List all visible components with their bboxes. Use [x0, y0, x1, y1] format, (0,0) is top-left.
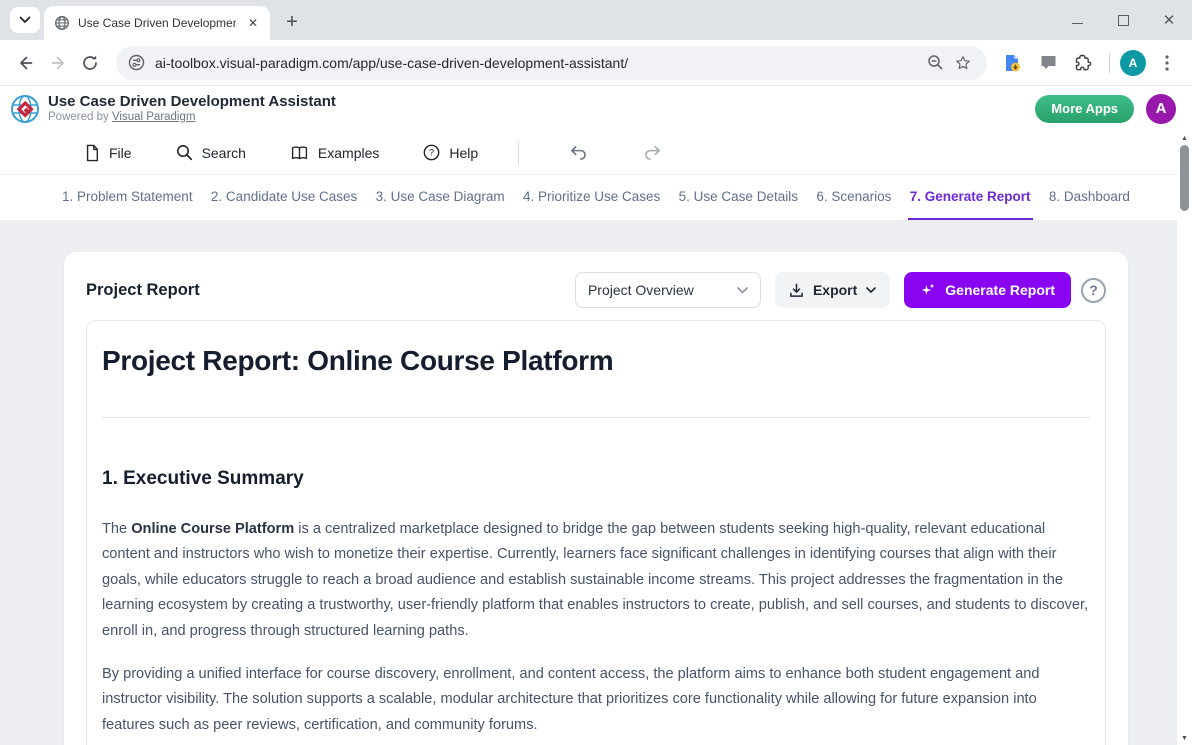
extensions-puzzle-icon[interactable] [1069, 48, 1099, 78]
back-button[interactable] [10, 47, 42, 79]
visual-paradigm-link[interactable]: Visual Paradigm [112, 111, 196, 123]
undo-button[interactable] [563, 138, 593, 168]
document-divider [102, 417, 1090, 418]
download-icon [789, 283, 804, 298]
redo-button[interactable] [637, 138, 667, 168]
tab-search-button[interactable] [10, 7, 40, 33]
chevron-down-icon [866, 287, 876, 293]
step-candidate-use-cases[interactable]: 2. Candidate Use Cases [209, 175, 359, 220]
extension-doc-icon[interactable] [997, 48, 1027, 78]
chevron-down-icon [19, 16, 31, 24]
window-close-button[interactable]: ✕ [1146, 0, 1192, 40]
step-scenarios[interactable]: 6. Scenarios [814, 175, 893, 220]
window-minimize-button[interactable] [1054, 0, 1100, 40]
redo-icon [643, 145, 662, 160]
new-tab-button[interactable]: + [278, 8, 306, 36]
help-circle-icon[interactable]: ? [1081, 278, 1106, 303]
undo-icon [569, 145, 588, 160]
step-problem-statement[interactable]: 1. Problem Statement [60, 175, 195, 220]
scrollbar-thumb[interactable] [1180, 145, 1189, 211]
side-panel-chat-icon[interactable] [1033, 48, 1063, 78]
report-document: Project Report: Online Course Platform 1… [86, 320, 1106, 745]
menu-bar: File Search Examples ? Help [0, 131, 1192, 175]
visual-paradigm-logo [8, 92, 42, 126]
scroll-down-arrow[interactable]: ▼ [1177, 731, 1192, 745]
globe-favicon-icon [54, 15, 70, 31]
bookmark-star-icon[interactable] [949, 49, 977, 77]
menu-file[interactable]: File [84, 144, 132, 162]
help-icon: ? [423, 144, 440, 161]
zoom-icon[interactable] [921, 49, 949, 77]
step-navigation: 1. Problem Statement 2. Candidate Use Ca… [0, 175, 1192, 221]
document-heading: Project Report: Online Course Platform [102, 345, 1090, 377]
generate-report-button[interactable]: Generate Report [904, 272, 1071, 308]
browser-toolbar: ai-toolbox.visual-paradigm.com/app/use-c… [0, 40, 1192, 86]
sparkles-icon [920, 282, 936, 298]
step-use-case-diagram[interactable]: 3. Use Case Diagram [374, 175, 507, 220]
menu-help[interactable]: ? Help [423, 144, 478, 161]
scroll-up-arrow[interactable]: ▲ [1177, 131, 1192, 145]
content-area: Project Report Project Overview Export [0, 221, 1192, 745]
forward-button[interactable] [42, 47, 74, 79]
step-generate-report[interactable]: 7. Generate Report [908, 175, 1033, 220]
step-prioritize-use-cases[interactable]: 4. Prioritize Use Cases [521, 175, 662, 220]
url-text[interactable]: ai-toolbox.visual-paradigm.com/app/use-c… [155, 55, 921, 71]
export-button[interactable]: Export [775, 272, 890, 308]
open-book-icon [290, 145, 309, 161]
window-maximize-button[interactable] [1100, 0, 1146, 40]
toolbar-divider [1109, 53, 1110, 73]
browser-menu-kebab-icon[interactable] [1152, 48, 1182, 78]
page-scrollbar[interactable]: ▲ ▼ [1177, 131, 1192, 745]
tab-title: Use Case Driven Development Assistant [78, 16, 236, 30]
menu-search[interactable]: Search [176, 144, 246, 161]
report-type-select[interactable]: Project Overview [575, 272, 761, 308]
svg-text:?: ? [429, 148, 434, 159]
powered-by: Powered by Visual Paradigm [48, 111, 336, 124]
site-settings-icon[interactable] [128, 54, 145, 71]
chrome-profile-avatar[interactable]: A [1120, 50, 1146, 76]
menu-examples[interactable]: Examples [290, 145, 379, 161]
summary-paragraph-2: By providing a unified interface for cou… [102, 662, 1090, 738]
platform-name: Online Course Platform [131, 521, 294, 537]
menu-divider [518, 141, 519, 165]
page-title: Project Report [86, 281, 200, 300]
browser-titlebar: Use Case Driven Development Assistant ✕ … [0, 0, 1192, 40]
user-avatar[interactable]: A [1146, 94, 1176, 124]
toolbar-right-icons: A [997, 48, 1182, 78]
app-header: Use Case Driven Development Assistant Po… [0, 86, 1192, 131]
tab-close-icon[interactable]: ✕ [244, 14, 262, 32]
section-heading: 1. Executive Summary [102, 468, 1090, 490]
chevron-down-icon [737, 287, 748, 294]
step-dashboard[interactable]: 8. Dashboard [1047, 175, 1132, 220]
summary-paragraph-1: The Online Course Platform is a centrali… [102, 517, 1090, 644]
more-apps-button[interactable]: More Apps [1035, 95, 1134, 123]
step-use-case-details[interactable]: 5. Use Case Details [677, 175, 800, 220]
file-icon [84, 144, 100, 162]
project-report-card: Project Report Project Overview Export [64, 252, 1128, 745]
report-toolbar: Project Report Project Overview Export [86, 272, 1106, 308]
browser-tab[interactable]: Use Case Driven Development Assistant ✕ [44, 6, 270, 40]
reload-button[interactable] [74, 47, 106, 79]
search-icon [176, 144, 193, 161]
app-title-block: Use Case Driven Development Assistant Po… [48, 93, 336, 123]
window-controls: ✕ [1054, 0, 1192, 40]
app-title: Use Case Driven Development Assistant [48, 93, 336, 110]
address-bar[interactable]: ai-toolbox.visual-paradigm.com/app/use-c… [116, 46, 987, 80]
